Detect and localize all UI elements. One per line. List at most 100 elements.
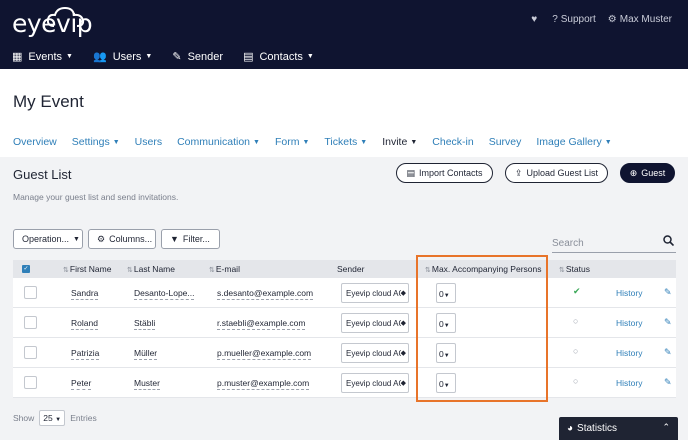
page-size-select[interactable]: 25 ▼ <box>39 410 66 426</box>
table-row[interactable]: Peter Muster p.muster@example.com Eyevip… <box>13 368 676 398</box>
operation-label: Operation... <box>22 234 70 244</box>
first-name-cell[interactable]: Roland <box>71 318 98 330</box>
sender-value: Eyevip cloud AG <box>346 349 405 358</box>
last-name-cell[interactable]: Stäbli <box>134 318 156 330</box>
chevron-down-icon: ▼ <box>604 138 612 146</box>
support-label: Support <box>560 14 596 25</box>
tab-form[interactable]: Form ▼ <box>275 136 309 148</box>
search-input[interactable] <box>552 238 652 249</box>
row-checkbox[interactable] <box>24 376 37 389</box>
first-name-cell[interactable]: Sandra <box>71 288 99 300</box>
history-link[interactable]: History <box>616 318 642 328</box>
plus-circle-icon: ⊕ <box>629 167 638 178</box>
upload-guest-list-button[interactable]: ⇪ Upload Guest List <box>505 163 608 183</box>
col-last-name[interactable]: ⇅Last Name <box>127 264 175 274</box>
last-name-cell[interactable]: Desanto-Lope... <box>134 288 195 300</box>
row-checkbox[interactable] <box>24 346 37 359</box>
user-menu[interactable]: ⚙ Max Muster <box>608 14 672 25</box>
email-cell[interactable]: p.muster@example.com <box>217 378 310 390</box>
operation-dropdown[interactable]: Operation... ▼ <box>13 229 83 249</box>
favorites-button[interactable]: ♥ <box>531 14 540 25</box>
tab-image-gallery[interactable]: Image Gallery ▼ <box>536 136 611 148</box>
tab-check-in[interactable]: Check-in <box>432 136 473 148</box>
edit-icon: ✎ <box>172 51 182 63</box>
col-status[interactable]: ⇅Status <box>559 264 590 274</box>
tab-settings[interactable]: Settings ▼ <box>72 136 120 148</box>
sender-select[interactable]: Eyevip cloud AG ◆ <box>341 343 409 363</box>
tab-label: Image Gallery <box>536 136 602 148</box>
edit-icon[interactable]: ✎ <box>664 377 672 388</box>
col-email[interactable]: ⇅E-mail <box>209 264 240 274</box>
import-contacts-label: Import Contacts <box>418 168 483 178</box>
import-contacts-button[interactable]: ▤ Import Contacts <box>396 163 493 183</box>
upload-guest-list-label: Upload Guest List <box>526 168 599 178</box>
nav-sender[interactable]: ✎ Sender <box>172 50 224 64</box>
circle-icon: ○ <box>573 346 579 356</box>
col-first-name-label: First Name <box>69 264 112 274</box>
search-box <box>552 233 676 253</box>
sender-select[interactable]: Eyevip cloud AG ◆ <box>341 313 409 333</box>
chevron-down-icon: ◆ <box>400 319 406 327</box>
nav-users[interactable]: 👥 Users ▼ <box>93 50 152 64</box>
add-guest-button[interactable]: ⊕ Guest <box>620 163 675 183</box>
guest-list-title: Guest List <box>13 167 72 182</box>
edit-icon[interactable]: ✎ <box>664 287 672 298</box>
sender-select[interactable]: Eyevip cloud AG ◆ <box>341 373 409 393</box>
row-checkbox[interactable] <box>24 286 37 299</box>
tab-label: Check-in <box>432 136 474 148</box>
first-name-cell[interactable]: Peter <box>71 378 92 390</box>
email-cell[interactable]: r.staebli@example.com <box>217 318 306 330</box>
col-first-name[interactable]: ⇅First Name <box>63 264 111 274</box>
tab-communication[interactable]: Communication ▼ <box>177 136 260 148</box>
calendar-icon: ▦ <box>12 51 23 63</box>
tab-tickets[interactable]: Tickets ▼ <box>324 136 367 148</box>
table-row[interactable]: Roland Stäbli r.staebli@example.com Eyev… <box>13 308 676 338</box>
edit-icon[interactable]: ✎ <box>664 317 672 328</box>
row-checkbox[interactable] <box>24 316 37 329</box>
last-name-cell[interactable]: Müller <box>134 348 158 360</box>
filter-dropdown[interactable]: ▼ Filter... <box>161 229 220 249</box>
circle-icon: ○ <box>573 376 579 386</box>
id-card-icon: ▤ <box>243 51 254 63</box>
col-sender[interactable]: Sender <box>337 264 364 274</box>
tab-survey[interactable]: Survey <box>489 136 522 148</box>
support-link[interactable]: ? Support <box>552 14 596 25</box>
email-cell[interactable]: s.desanto@example.com <box>217 288 314 300</box>
nav-events[interactable]: ▦ Events ▼ <box>12 50 73 64</box>
statistics-panel-toggle[interactable]: ◕ Statistics ⌃ <box>559 417 678 440</box>
last-name-cell[interactable]: Muster <box>134 378 160 390</box>
table-row[interactable]: Patrizia Müller p.mueller@example.com Ey… <box>13 338 676 368</box>
sort-icon: ⇅ <box>63 267 69 274</box>
eyevip-logo[interactable]: eyevip <box>12 6 93 38</box>
nav-contacts-label: Contacts <box>259 50 303 63</box>
tab-label: Communication <box>177 136 251 148</box>
pagination-footer: Show 25 ▼ Entries <box>13 410 97 426</box>
guest-list-subtitle: Manage your guest list and send invitati… <box>13 192 179 202</box>
columns-dropdown[interactable]: ⚙ Columns... <box>88 229 156 249</box>
tab-users[interactable]: Users <box>135 136 162 148</box>
tab-overview[interactable]: Overview <box>13 136 57 148</box>
history-link[interactable]: History <box>616 378 642 388</box>
filter-label: Filter... <box>182 234 210 244</box>
first-name-cell[interactable]: Patrizia <box>71 348 100 360</box>
chevron-down-icon: ▼ <box>73 235 80 243</box>
sender-select[interactable]: Eyevip cloud AG ◆ <box>341 283 409 303</box>
page-title: My Event <box>13 92 84 111</box>
table-row[interactable]: Sandra Desanto-Lope... s.desanto@example… <box>13 278 676 308</box>
nav-sender-label: Sender <box>187 50 224 63</box>
edit-icon[interactable]: ✎ <box>664 347 672 358</box>
chevron-down-icon: ▼ <box>360 138 368 146</box>
email-cell[interactable]: p.mueller@example.com <box>217 348 312 360</box>
search-icon[interactable] <box>663 235 674 246</box>
history-link[interactable]: History <box>616 348 642 358</box>
gear-icon: ⚙ <box>97 233 106 244</box>
select-all-checkbox[interactable]: ✓ <box>22 265 30 273</box>
tab-label: Settings <box>71 136 110 148</box>
tab-invite[interactable]: Invite ▼ <box>382 136 417 148</box>
id-card-icon: ▤ <box>406 167 415 178</box>
show-label: Show <box>13 413 35 423</box>
history-link[interactable]: History <box>616 288 642 298</box>
pie-chart-icon: ◕ <box>567 423 574 434</box>
top-right-menu: ♥ ? Support ⚙ Max Muster <box>519 14 672 25</box>
nav-contacts[interactable]: ▤ Contacts ▼ <box>243 50 314 64</box>
